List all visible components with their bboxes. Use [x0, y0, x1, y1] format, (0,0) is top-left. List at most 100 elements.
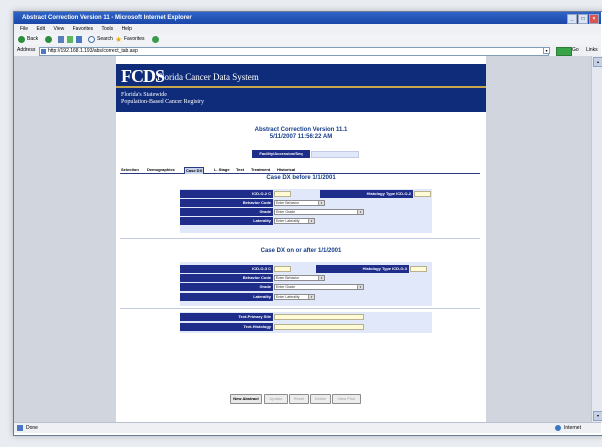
facility-input[interactable]: [311, 151, 359, 158]
new-abstract-button[interactable]: New Abstract: [230, 394, 262, 404]
tab-treatment[interactable]: Treatment: [250, 167, 271, 173]
search-icon[interactable]: [88, 36, 95, 43]
tab-historical[interactable]: Historical: [276, 167, 296, 173]
refresh-icon[interactable]: [67, 36, 73, 43]
icdo2-label: ICD-O-2 C: [180, 190, 273, 198]
address-input[interactable]: http://192.168.1.193/abs/correct_tab.asp: [39, 47, 549, 56]
tab-l-stage[interactable]: L. Stage: [213, 167, 231, 173]
go-label[interactable]: Go: [572, 45, 579, 56]
menu-edit[interactable]: Edit: [36, 26, 45, 32]
histology-o3-label: Histology Type ICD-O-3: [316, 265, 409, 273]
text-histology-label: Text-Histology: [180, 323, 273, 331]
histology-o2-input[interactable]: [414, 191, 431, 197]
media-icon[interactable]: [152, 36, 159, 43]
section-divider: [120, 238, 480, 239]
chevron-down-icon: ▾: [318, 276, 324, 280]
page-title: Abstract Correction Version 11.1: [254, 127, 348, 133]
chevron-down-icon: ▾: [318, 201, 324, 205]
tab-selection[interactable]: Selection: [120, 167, 140, 173]
page-done-icon: [17, 425, 23, 431]
favorites-icon[interactable]: ★: [115, 35, 122, 44]
icdo3-label: ICD-O-3 C: [180, 265, 273, 273]
menu-tools[interactable]: Tools: [101, 26, 113, 32]
tab-demographics[interactable]: Demographics: [146, 167, 176, 173]
histology-o3-input[interactable]: [410, 266, 427, 272]
banner-subtitle-2: Population-Based Cancer Registry: [121, 99, 204, 105]
behavior-value: Enter Behavior: [276, 276, 300, 280]
close-button[interactable]: ×: [589, 14, 599, 24]
laterality-select[interactable]: Enter Laterality ▾: [274, 218, 315, 224]
home-icon[interactable]: [76, 36, 82, 43]
window-title: Abstract Correction Version 11 - Microso…: [22, 15, 192, 21]
reset-button[interactable]: Reset: [289, 394, 309, 404]
grade-label: Grade: [180, 283, 273, 291]
go-button[interactable]: [556, 47, 572, 56]
grade-select[interactable]: Enter Grade ▾: [274, 284, 364, 290]
tab-bar: Selection Demographics Case DX L. Stage …: [120, 167, 480, 174]
tab-text[interactable]: Text: [235, 167, 245, 173]
icdo2-input[interactable]: [274, 191, 291, 197]
back-label[interactable]: Back: [27, 34, 38, 45]
address-label: Address: [17, 47, 36, 53]
text-primary-site-input[interactable]: [274, 314, 364, 320]
menu-file[interactable]: File: [20, 26, 28, 32]
grade-label: Grade: [180, 208, 273, 216]
laterality-select[interactable]: Enter Laterality ▾: [274, 294, 315, 300]
behavior-label: Behavior Code: [180, 274, 273, 282]
view-prior-button[interactable]: View Prior: [332, 394, 361, 404]
fcds-banner: FCDS Florida Cancer Data System Florida'…: [116, 64, 486, 112]
favorites-label[interactable]: Favorites: [124, 34, 145, 45]
status-zone: Internet: [564, 425, 581, 431]
section-after-2001-title: Case DX on or after 1/1/2001: [260, 248, 342, 254]
maximize-button[interactable]: □: [578, 14, 588, 24]
page-icon: [41, 49, 46, 54]
grade-select[interactable]: Enter Grade ▾: [274, 209, 364, 215]
system-name: Florida Cancer Data System: [157, 72, 259, 82]
banner-subtitle-1: Florida's Statewide: [121, 92, 167, 98]
page-datetime: 5/11/2007 11:56:22 AM: [269, 134, 333, 140]
chevron-down-icon: ▾: [308, 295, 314, 299]
scroll-up-icon[interactable]: ▴: [593, 57, 602, 67]
status-text: Done: [26, 425, 38, 431]
search-label[interactable]: Search: [97, 34, 113, 45]
behavior-label: Behavior Code: [180, 199, 273, 207]
grade-value: Enter Grade: [276, 285, 296, 289]
text-histology-input[interactable]: [274, 324, 364, 330]
address-dropdown-icon[interactable]: ▾: [543, 47, 550, 54]
internet-zone-icon: [555, 425, 561, 431]
delete-button[interactable]: Delete: [310, 394, 331, 404]
icdo3-input[interactable]: [274, 266, 291, 272]
banner-divider: [116, 86, 486, 88]
tab-case-dx[interactable]: Case DX: [184, 167, 205, 174]
behavior-value: Enter Behavior: [276, 201, 300, 205]
histology-o2-label: Histology Type ICD-O-2: [320, 190, 413, 198]
scroll-down-icon[interactable]: ▾: [593, 411, 602, 421]
update-button[interactable]: Update: [264, 394, 288, 404]
menu-favorites[interactable]: Favorites: [73, 26, 94, 32]
menu-view[interactable]: View: [53, 26, 64, 32]
links-label[interactable]: Links: [586, 45, 598, 56]
action-buttons: New Abstract Update Reset Delete View Pr…: [116, 392, 486, 404]
vertical-scrollbar[interactable]: ▴ ▾: [591, 56, 602, 422]
behavior-select[interactable]: Enter Behavior ▾: [274, 275, 325, 281]
laterality-label: Laterality: [180, 217, 273, 225]
forward-icon[interactable]: [45, 36, 52, 43]
address-url: http://192.168.1.193/abs/correct_tab.asp: [48, 48, 138, 54]
behavior-select[interactable]: Enter Behavior ▾: [274, 200, 325, 206]
menu-help[interactable]: Help: [122, 26, 132, 32]
minimize-button[interactable]: _: [567, 14, 577, 24]
laterality-label: Laterality: [180, 293, 273, 301]
laterality-value: Enter Laterality: [276, 219, 300, 223]
stop-icon[interactable]: [58, 36, 64, 43]
status-bar: Done Internet: [14, 422, 601, 433]
facility-label: Facility/Accession/Seq: [252, 150, 310, 158]
text-primary-site-label: Text-Primary Site: [180, 313, 273, 321]
chevron-down-icon: ▾: [357, 285, 363, 289]
chevron-down-icon: ▾: [357, 210, 363, 214]
back-icon[interactable]: [18, 36, 25, 43]
laterality-value: Enter Laterality: [276, 295, 300, 299]
grade-value: Enter Grade: [276, 210, 296, 214]
title-bar: Abstract Correction Version 11 - Microso…: [14, 12, 601, 24]
chevron-down-icon: ▾: [308, 219, 314, 223]
section-before-2001-title: Case DX before 1/1/2001: [266, 175, 336, 181]
